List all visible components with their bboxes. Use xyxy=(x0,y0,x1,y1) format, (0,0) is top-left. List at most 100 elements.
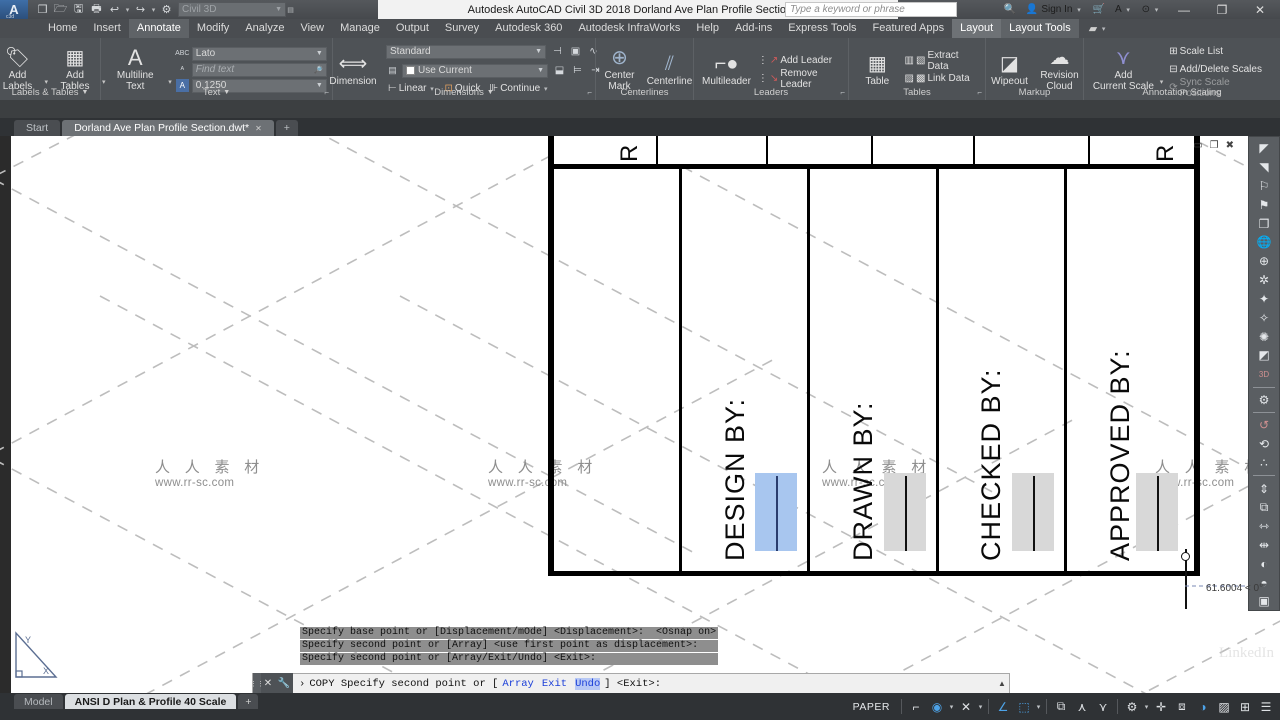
add-layout-button[interactable]: + xyxy=(238,694,259,709)
dim-layer-combo[interactable]: Use Current ▼ xyxy=(402,63,548,78)
find-text-input[interactable]: Find text 🔎 xyxy=(191,62,327,77)
dim-break-icon[interactable]: ⊣ xyxy=(549,43,566,60)
measure-icon[interactable]: ⇿ xyxy=(1252,518,1277,535)
pan-pointer-icon[interactable]: ◤ xyxy=(1252,140,1277,157)
camera-icon[interactable]: ▰ ▾ xyxy=(1079,22,1107,35)
globe-paste-icon[interactable]: 🌐 xyxy=(1252,234,1277,251)
tab-view[interactable]: View xyxy=(292,19,332,38)
elevation-icon[interactable]: ⇕ xyxy=(1252,480,1277,497)
point-label-icon[interactable]: ✦ xyxy=(1252,291,1277,308)
command-line-tools-icon[interactable]: 🔧 xyxy=(275,673,293,694)
tab-layout-tools[interactable]: Layout Tools xyxy=(1001,19,1079,38)
tab-featured-apps[interactable]: Featured Apps xyxy=(865,19,953,38)
autodesk-a-icon[interactable]: A ▾ xyxy=(1111,0,1136,19)
command-line[interactable]: ⋮⋮ ✕ 🔧 › COPY Specify second point or [A… xyxy=(250,673,1010,694)
leaders-dialog-launcher[interactable]: ⌐ xyxy=(840,88,845,97)
remove-leader-button[interactable]: ⋮ ↘ Remove Leader xyxy=(756,68,841,90)
command-history-expand-icon[interactable]: ▲ xyxy=(995,679,1009,688)
command-line-close-icon[interactable]: ✕ xyxy=(261,673,275,694)
lock-ui-icon[interactable]: ⊞ xyxy=(1235,696,1255,718)
civil-tool-palette[interactable]: ◤ ◥ ⚐ ⚑ ❐ 🌐 ⊕ ✲ ✦ ✧ ✺ ◩ 3D ⚙ ↺ ⟲ ∴ ⇕ ⧉ ⇿… xyxy=(1248,136,1280,611)
panel-title-centerlines[interactable]: Centerlines xyxy=(596,85,693,100)
ortho-icon[interactable]: ✕ xyxy=(956,696,976,718)
table-button[interactable]: ▦ Table xyxy=(856,52,899,88)
panel-title-annotation-scaling[interactable]: Annotation Scaling xyxy=(1084,85,1280,100)
align-icon[interactable]: ⧉ xyxy=(1252,499,1277,516)
tab-help[interactable]: Help xyxy=(688,19,727,38)
dim-style-combo[interactable]: Standard ▼ xyxy=(386,44,546,59)
minimize-button[interactable]: — xyxy=(1166,0,1202,19)
chevron-down-icon[interactable]: ▾ xyxy=(977,703,984,711)
tab-output[interactable]: Output xyxy=(388,19,437,38)
annotation-scale-icon[interactable]: ⋎ xyxy=(1093,696,1113,718)
annotation-visibility-icon[interactable]: ⧉ xyxy=(1051,696,1071,718)
point-edit-icon[interactable]: ✺ xyxy=(1252,328,1277,345)
panel-title-markup[interactable]: Markup xyxy=(986,85,1083,100)
search-input[interactable]: Type a keyword or phrase xyxy=(785,2,957,17)
panel-title-labels-tables[interactable]: Labels & Tables ▼ xyxy=(0,85,100,100)
render-icon[interactable]: ◐ xyxy=(1252,555,1277,572)
offset-icon[interactable]: ⇹ xyxy=(1252,537,1277,554)
add-leader-button[interactable]: ⋮ ↗ Add Leader xyxy=(756,53,841,68)
layout-tab-ansi-d[interactable]: ANSI D Plan & Profile 40 Scale xyxy=(64,694,237,709)
tab-analyze[interactable]: Analyze xyxy=(237,19,292,38)
autoscale-icon[interactable]: ⋏ xyxy=(1072,696,1092,718)
doc-tab-start[interactable]: Start xyxy=(14,120,61,136)
tab-layout[interactable]: Layout xyxy=(952,19,1002,38)
customization-icon[interactable]: ☰ xyxy=(1256,696,1276,718)
tab-modify[interactable]: Modify xyxy=(189,19,237,38)
point-star-icon[interactable]: ✧ xyxy=(1252,309,1277,326)
node-edit-icon[interactable]: ⚙ xyxy=(1252,391,1277,408)
model-space-icon[interactable]: ⌐ xyxy=(906,696,926,718)
tab-autodesk-360[interactable]: Autodesk 360 xyxy=(487,19,570,38)
dim-update-icon[interactable]: ⬓ xyxy=(551,62,568,79)
new-document-button[interactable]: + xyxy=(275,120,298,136)
qat-overflow-icon[interactable]: ▤ xyxy=(287,6,294,14)
command-keyword-array[interactable]: Array xyxy=(502,678,534,690)
point-settings-icon[interactable]: ✲ xyxy=(1252,272,1277,289)
command-keyword-undo[interactable]: Undo xyxy=(575,677,601,690)
flag-filled-icon[interactable]: ⚑ xyxy=(1252,196,1277,213)
layout-tab-model[interactable]: Model xyxy=(14,694,63,709)
workspace-gear-icon[interactable]: ⚙ xyxy=(1122,696,1142,718)
search-people-icon[interactable]: 🔍 xyxy=(999,0,1019,19)
dimension-button[interactable]: ⟺ Dimension xyxy=(324,52,382,88)
drag-grip-point[interactable] xyxy=(1181,552,1190,561)
tables-dialog-launcher[interactable]: ⌐ xyxy=(977,88,982,97)
viewport-close-icon[interactable]: ✖ xyxy=(1226,140,1234,151)
dim-adjust-space-icon[interactable]: ⊨ xyxy=(569,62,586,79)
viewport-restore-icon[interactable]: ❐ xyxy=(1210,140,1219,151)
grid-snap-icon[interactable]: ◉ xyxy=(927,696,947,718)
scale-list-button[interactable]: ⊞ Scale List xyxy=(1167,44,1273,59)
save-icon[interactable]: 🖫 xyxy=(70,1,87,18)
osnap-icon[interactable]: ⬚ xyxy=(1014,696,1034,718)
cart-icon[interactable]: 🛒 xyxy=(1088,0,1108,19)
tab-annotate[interactable]: Annotate xyxy=(128,19,189,38)
drawing-canvas[interactable]: 人 人 素 材 www.rr-sc.com 人 人 素 材 www.rr-sc.… xyxy=(0,136,1280,693)
titleblock-sheet[interactable]: R R DESIGN BY: DRAWN BY: CHECKED BY: APP… xyxy=(548,136,1200,609)
globe-icon[interactable]: ⊕ xyxy=(1252,253,1277,270)
sign-in-button[interactable]: 👤 Sign In ▾ xyxy=(1022,0,1087,19)
panel-title-tables[interactable]: Tables ⌐ xyxy=(849,85,985,100)
redo-dropdown-icon[interactable]: ▾ xyxy=(150,6,157,14)
tab-manage[interactable]: Manage xyxy=(332,19,388,38)
help-icon[interactable]: ⊙ ▾ xyxy=(1138,0,1164,19)
camera-icon[interactable]: ▣ xyxy=(1252,593,1277,610)
panel-title-dimensions[interactable]: Dimensions ▼ ⌐ xyxy=(333,85,595,100)
new-icon[interactable]: ❒ xyxy=(34,1,51,18)
tab-express-tools[interactable]: Express Tools xyxy=(780,19,864,38)
chevron-down-icon[interactable]: ▾ xyxy=(1143,703,1150,711)
text-style-combo[interactable]: Lato ▼ xyxy=(191,46,327,61)
link-data-button[interactable]: ▨ ▩ Link Data xyxy=(903,71,978,86)
doc-tab-drawing[interactable]: Dorland Ave Plan Profile Section.dwt* ✕ xyxy=(62,120,274,136)
tab-survey[interactable]: Survey xyxy=(437,19,487,38)
surface-icon[interactable]: ◩ xyxy=(1252,347,1277,364)
clean-screen-icon[interactable]: ◑ xyxy=(1193,696,1213,718)
maximize-button[interactable]: ❐ xyxy=(1204,0,1240,19)
tab-autodesk-infraworks[interactable]: Autodesk InfraWorks xyxy=(570,19,688,38)
flag-icon[interactable]: ⚐ xyxy=(1252,178,1277,195)
add-delete-scales-button[interactable]: ⊟ Add/Delete Scales xyxy=(1167,62,1273,77)
undo-icon[interactable]: ↩ xyxy=(106,1,123,18)
viewport-minimize-icon[interactable]: ▭ xyxy=(1193,140,1202,151)
centerline-button[interactable]: ⫽ Centerline xyxy=(647,52,693,88)
